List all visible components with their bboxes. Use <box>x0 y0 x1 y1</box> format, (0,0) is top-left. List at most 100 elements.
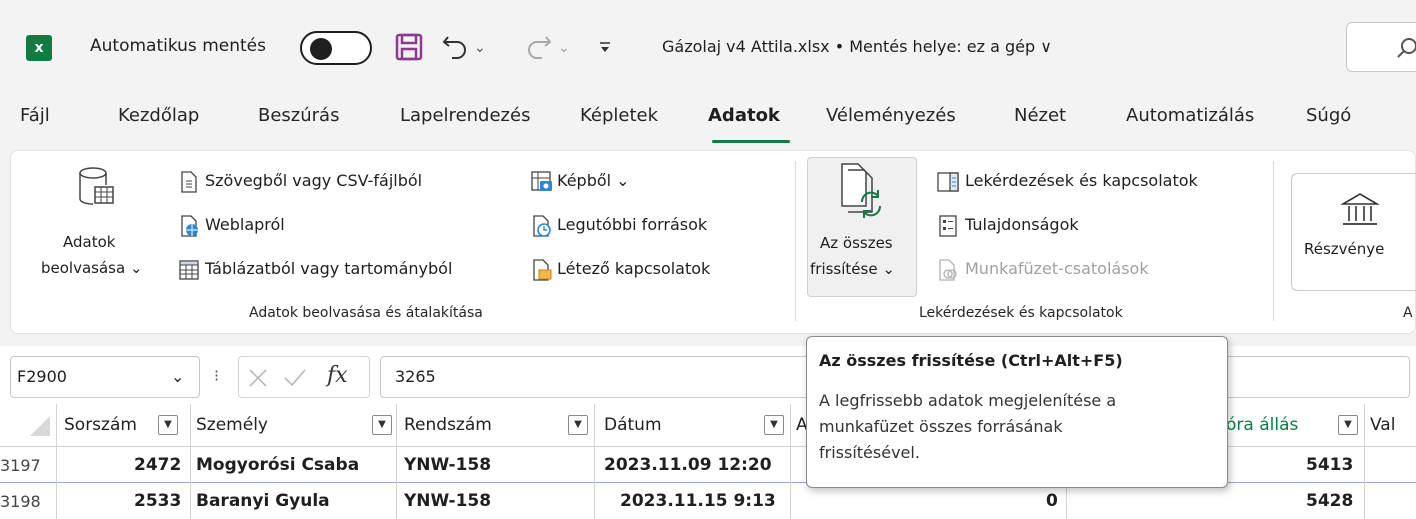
group-label-data-types: A <box>1403 305 1413 321</box>
from-table-label: Táblázatból vagy tartományból <box>205 259 453 278</box>
refresh-all-button[interactable]: Az összes frissítése ⌄ <box>807 157 917 297</box>
toggle-knob <box>310 38 332 60</box>
tab-automate[interactable]: Automatizálás <box>1126 105 1254 126</box>
queries-connections-label: Lekérdezések és kapcsolatok <box>965 171 1198 190</box>
group-separator-2 <box>1273 161 1274 321</box>
cell-sorszam[interactable]: 2472 <box>134 455 181 475</box>
search-box[interactable] <box>1346 22 1416 72</box>
filter-dropdown-icon[interactable]: ▼ <box>158 415 178 435</box>
search-icon <box>1397 38 1416 58</box>
tab-data[interactable]: Adatok <box>708 105 780 126</box>
filter-dropdown-icon[interactable]: ▼ <box>1338 415 1358 435</box>
customize-toolbar-icon[interactable] <box>598 40 612 54</box>
cell-e[interactable]: 0 <box>1046 491 1058 511</box>
group-label-queries: Lekérdezések és kapcsolatok <box>919 305 1123 321</box>
header-sorszam: Sorszám <box>64 415 137 435</box>
cell-sorszam[interactable]: 2533 <box>134 491 181 511</box>
tab-formulas[interactable]: Képletek <box>580 105 658 126</box>
tab-page-layout[interactable]: Lapelrendezés <box>400 105 530 126</box>
cell-szemely[interactable]: Baranyi Gyula <box>196 491 330 511</box>
col-border <box>190 404 191 519</box>
filter-dropdown-icon[interactable]: ▼ <box>568 415 588 435</box>
cell-datum[interactable]: 2023.11.09 12:20 <box>604 455 772 475</box>
col-border <box>396 404 397 519</box>
header-val: Val <box>1370 415 1396 435</box>
cell-ora-allas[interactable]: 5428 <box>1306 491 1353 511</box>
tab-review[interactable]: Véleményezés <box>826 105 956 126</box>
table-icon <box>179 260 199 280</box>
name-box[interactable]: F2900 ⌄ <box>10 356 200 398</box>
redo-dropdown-icon[interactable]: ⌄ <box>558 40 570 56</box>
formula-buttons: fx <box>238 356 370 398</box>
tab-home[interactable]: Kezdőlap <box>118 105 199 126</box>
refresh-all-label-1: Az összes <box>820 234 893 252</box>
text-file-icon <box>181 171 197 193</box>
cell-datum[interactable]: 2023.11.15 9:13 <box>620 491 776 511</box>
get-data-button[interactable]: Adatok beolvasása ⌄ <box>41 163 143 283</box>
header-datum: Dátum <box>604 415 662 435</box>
from-text-csv-label: Szövegből vagy CSV-fájlból <box>205 171 423 190</box>
row-header-border <box>56 404 57 519</box>
file-title[interactable]: Gázolaj v4 Attila.xlsx • Mentés helye: e… <box>662 37 1052 56</box>
refresh-all-icon <box>841 163 882 218</box>
existing-connections-label: Létező kapcsolatok <box>557 259 711 278</box>
tab-insert[interactable]: Beszúrás <box>258 105 339 126</box>
cell-rendszam[interactable]: YNW-158 <box>404 455 491 475</box>
save-icon[interactable] <box>394 32 424 62</box>
refresh-all-tooltip: Az összes frissítése (Ctrl+Alt+F5) A leg… <box>806 336 1228 488</box>
title-bar: x Automatikus mentés ⌄ ⌄ Gázolaj v4 Atti… <box>0 0 1416 98</box>
get-data-label-1: Adatok <box>63 233 116 251</box>
redo-icon[interactable] <box>524 33 554 61</box>
picture-table-icon <box>531 171 552 191</box>
name-box-dropdown-icon[interactable]: ⌄ <box>171 367 184 386</box>
autosave-toggle[interactable] <box>300 31 372 65</box>
ribbon-tabs: Fájl Kezdőlap Beszúrás Lapelrendezés Kép… <box>0 98 1416 150</box>
tooltip-line-2: munkafüzet összes forrásának <box>819 417 1063 436</box>
row-number[interactable]: 3198 <box>0 492 41 511</box>
tab-file[interactable]: Fájl <box>20 105 50 126</box>
cell-ora-allas[interactable]: 5413 <box>1306 455 1353 475</box>
tooltip-line-1: A legfrissebb adatok megjelenítése a <box>819 391 1117 410</box>
col-border <box>1364 404 1365 519</box>
formula-bar-more-icon[interactable]: ⁝ <box>214 366 219 385</box>
select-all-icon[interactable] <box>28 414 52 438</box>
name-box-value: F2900 <box>17 367 67 386</box>
database-icon <box>79 167 114 205</box>
undo-dropdown-icon[interactable]: ⌄ <box>474 40 486 56</box>
from-web-label: Weblapról <box>205 215 285 234</box>
from-picture-label: Képből ⌄ <box>557 171 630 190</box>
col-border <box>594 404 595 519</box>
filter-dropdown-icon[interactable]: ▼ <box>372 415 392 435</box>
header-ora-allas: óra állás <box>1226 415 1299 435</box>
insert-function-icon[interactable]: fx <box>327 363 348 388</box>
web-page-icon <box>181 215 198 237</box>
autosave-label: Automatikus mentés <box>90 36 266 56</box>
group-label-get-transform: Adatok beolvasása és átalakítása <box>249 305 483 321</box>
tooltip-line-3: frissítésével. <box>819 443 920 462</box>
cell-rendszam[interactable]: YNW-158 <box>404 491 491 511</box>
row-number[interactable]: 3197 <box>0 456 41 475</box>
stocks-label: Részvénye <box>1304 240 1385 258</box>
tab-help[interactable]: Súgó <box>1306 105 1351 126</box>
enter-icon[interactable] <box>283 367 307 389</box>
header-szemely: Személy <box>196 415 268 435</box>
formula-value: 3265 <box>395 367 436 386</box>
workbook-links-label: Munkafüzet-csatolások <box>965 259 1149 278</box>
cell-szemely[interactable]: Mogyorósi Csaba <box>196 455 359 475</box>
existing-connections-icon <box>533 259 552 281</box>
filter-dropdown-icon[interactable]: ▼ <box>764 415 784 435</box>
col-border <box>790 404 791 519</box>
active-tab-indicator <box>712 140 790 143</box>
properties-icon <box>939 215 957 237</box>
header-rendszam: Rendszám <box>404 415 492 435</box>
cancel-icon[interactable] <box>247 367 269 389</box>
tooltip-title: Az összes frissítése (Ctrl+Alt+F5) <box>819 351 1123 370</box>
tab-view[interactable]: Nézet <box>1014 105 1066 126</box>
refresh-all-label-2: frissítése ⌄ <box>810 260 895 278</box>
workbook-links-icon <box>939 259 957 281</box>
bank-icon <box>1340 193 1380 225</box>
stocks-button[interactable]: Részvénye <box>1291 173 1416 291</box>
properties-label: Tulajdonságok <box>965 215 1079 234</box>
recent-sources-icon <box>533 215 551 237</box>
undo-icon[interactable] <box>440 33 470 61</box>
